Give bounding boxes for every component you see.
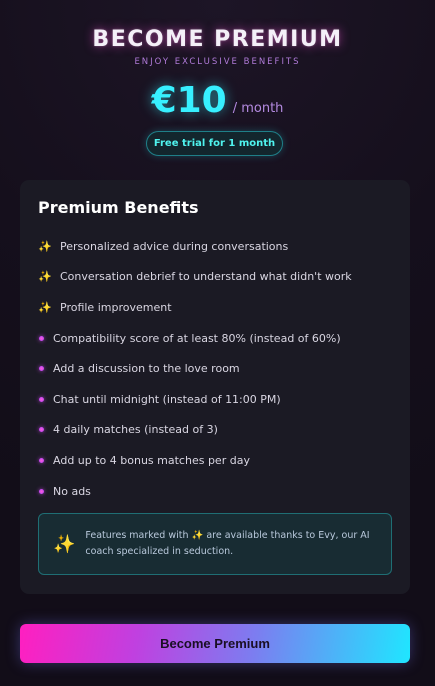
bullet-dot-icon (39, 457, 44, 463)
benefit-label: Chat until midnight (instead of 11:00 PM… (53, 392, 281, 406)
benefit-item: Add up to 4 bonus matches per day (38, 445, 398, 476)
note-line: coach specialized in seduction. (85, 546, 234, 557)
page-subtitle: ENJOY EXCLUSIVE BENEFITS (134, 57, 301, 67)
benefit-item: No ads (38, 476, 398, 507)
benefit-label: Add a discussion to the love room (53, 362, 240, 376)
benefit-label: 4 daily matches (instead of 3) (53, 423, 218, 437)
sparkle-icon: ✨ (53, 533, 76, 555)
benefit-label: Conversation debrief to understand what … (60, 270, 352, 284)
bullet-dot-icon (39, 488, 44, 494)
note-line: Features marked with ✨ are available tha… (85, 530, 370, 541)
benefits-card: Premium Benefits ✨ Personalized advice d… (20, 180, 410, 594)
benefit-label: No ads (53, 484, 91, 498)
benefits-title: Premium Benefits (38, 198, 199, 217)
page-title: BECOME PREMIUM (92, 27, 343, 52)
sparkle-icon: ✨ (38, 300, 52, 314)
benefits-list: ✨ Personalized advice during conversatio… (38, 231, 398, 506)
price-period: / month (232, 101, 284, 116)
sparkle-icon: ✨ (38, 270, 52, 284)
bullet-dot-icon (39, 366, 44, 372)
benefit-label: Add up to 4 bonus matches per day (53, 453, 250, 467)
free-trial-badge: Free trial for 1 month (146, 131, 283, 156)
become-premium-button[interactable]: Become Premium (20, 624, 410, 663)
bullet-dot-icon (39, 427, 44, 433)
ai-coach-note: ✨ Features marked with ✨ are available t… (38, 513, 392, 575)
bullet-dot-icon (39, 396, 44, 402)
bullet-dot-icon (39, 335, 44, 341)
benefit-item: Add a discussion to the love room (38, 353, 398, 384)
benefit-label: Profile improvement (60, 300, 172, 314)
benefit-label: Compatibility score of at least 80% (ins… (53, 331, 341, 345)
benefit-label: Personalized advice during conversations (60, 239, 289, 253)
sparkle-icon: ✨ (38, 239, 52, 253)
benefit-item: ✨ Personalized advice during conversatio… (38, 231, 398, 262)
benefit-item: ✨ Profile improvement (38, 292, 398, 323)
note-text: Features marked with ✨ are available tha… (85, 528, 369, 560)
price-row: €10 / month (0, 80, 435, 121)
benefit-item: ✨ Conversation debrief to understand wha… (38, 262, 398, 293)
benefit-item: Chat until midnight (instead of 11:00 PM… (38, 384, 398, 415)
benefit-item: 4 daily matches (instead of 3) (38, 415, 398, 446)
price-amount: €10 (151, 80, 227, 121)
benefit-item: Compatibility score of at least 80% (ins… (38, 323, 398, 354)
